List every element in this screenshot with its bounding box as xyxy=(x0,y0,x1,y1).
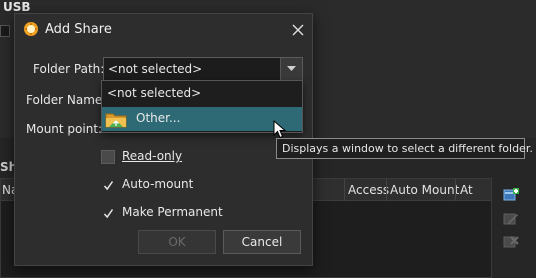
ok-button[interactable]: OK xyxy=(138,230,216,254)
column-at[interactable]: At xyxy=(460,183,473,197)
dropdown-option-other[interactable]: Other... xyxy=(102,107,302,131)
checkmark-icon[interactable] xyxy=(101,178,115,192)
add-share-dialog: Add Share Folder Path: Folder Name: Moun… xyxy=(14,13,313,266)
column-separator xyxy=(386,179,387,201)
folder-path-combobox[interactable]: <not selected> xyxy=(103,57,303,81)
window-title: USB xyxy=(3,0,31,14)
column-access[interactable]: Access xyxy=(348,183,389,197)
edit-share-icon[interactable] xyxy=(502,209,520,227)
close-icon[interactable] xyxy=(286,18,310,42)
dialog-title: Add Share xyxy=(45,22,112,37)
cancel-button[interactable]: Cancel xyxy=(223,230,301,254)
column-auto-mount[interactable]: Auto Mount xyxy=(390,183,459,197)
auto-mount-label: Auto-mount xyxy=(122,177,194,191)
option-label: <not selected> xyxy=(107,86,202,100)
option-label: Other... xyxy=(136,111,181,125)
add-share-icon[interactable] xyxy=(502,186,520,204)
mount-point-label: Mount point: xyxy=(26,122,103,136)
folder-name-label: Folder Name: xyxy=(26,93,107,107)
column-separator xyxy=(344,179,345,201)
folder-icon xyxy=(105,110,127,128)
tooltip: Displays a window to select a different … xyxy=(276,138,533,159)
mouse-cursor-icon xyxy=(273,119,287,140)
make-permanent-label: Make Permanent xyxy=(122,205,223,219)
read-only-label: Read-only xyxy=(122,149,183,163)
background-checkbox[interactable] xyxy=(0,25,10,37)
virtualbox-app-icon xyxy=(23,21,39,37)
dialog-titlebar[interactable]: Add Share xyxy=(15,14,312,46)
checkmark-icon[interactable] xyxy=(101,206,115,220)
remove-share-icon[interactable] xyxy=(502,232,520,250)
column-separator xyxy=(455,179,456,201)
checkbox-indicator[interactable] xyxy=(101,150,115,164)
dropdown-option-not-selected[interactable]: <not selected> xyxy=(102,82,302,106)
folder-path-value: <not selected> xyxy=(108,62,203,76)
folder-path-label: Folder Path: xyxy=(33,62,105,76)
chevron-down-icon[interactable] xyxy=(280,58,302,80)
